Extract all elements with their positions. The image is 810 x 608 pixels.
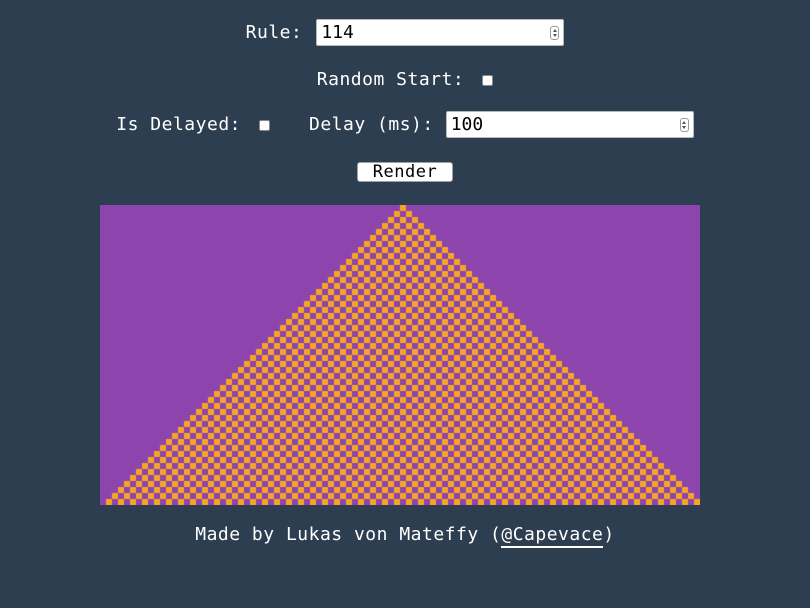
rule-label: Rule: [245, 22, 303, 43]
render-row: Render [0, 162, 810, 182]
random-start-row: Random Start: [0, 66, 810, 92]
footer-credit: Made by Lukas von Mateffy (@Capevace) [0, 524, 810, 548]
rule-row: Rule: 114 [0, 18, 810, 47]
author-link[interactable]: @Capevace [501, 524, 604, 548]
is-delayed-label: Is Delayed: [116, 114, 241, 135]
spinner-up-icon [682, 120, 687, 124]
render-button[interactable]: Render [357, 162, 453, 182]
rule-spinner[interactable] [550, 25, 560, 40]
delay-input-value: 100 [450, 114, 484, 135]
delay-row: Is Delayed: Delay (ms): 100 [0, 110, 810, 139]
delay-spinner[interactable] [679, 117, 689, 132]
footer-suffix: ) [603, 524, 615, 545]
random-start-label: Random Start: [316, 68, 465, 90]
spinner-down-icon [552, 33, 557, 37]
random-start-checkbox[interactable] [482, 74, 494, 86]
footer-prefix: Made by Lukas von Mateffy ( [195, 524, 502, 545]
automaton-canvas [100, 205, 700, 505]
rule-input[interactable]: 114 [316, 19, 565, 46]
rule-input-value: 114 [321, 22, 354, 43]
spinner-up-icon [552, 28, 557, 32]
is-delayed-checkbox[interactable] [259, 120, 270, 131]
delay-label: Delay (ms): [309, 114, 434, 135]
spinner-down-icon [682, 125, 687, 129]
delay-input[interactable]: 100 [445, 111, 694, 138]
